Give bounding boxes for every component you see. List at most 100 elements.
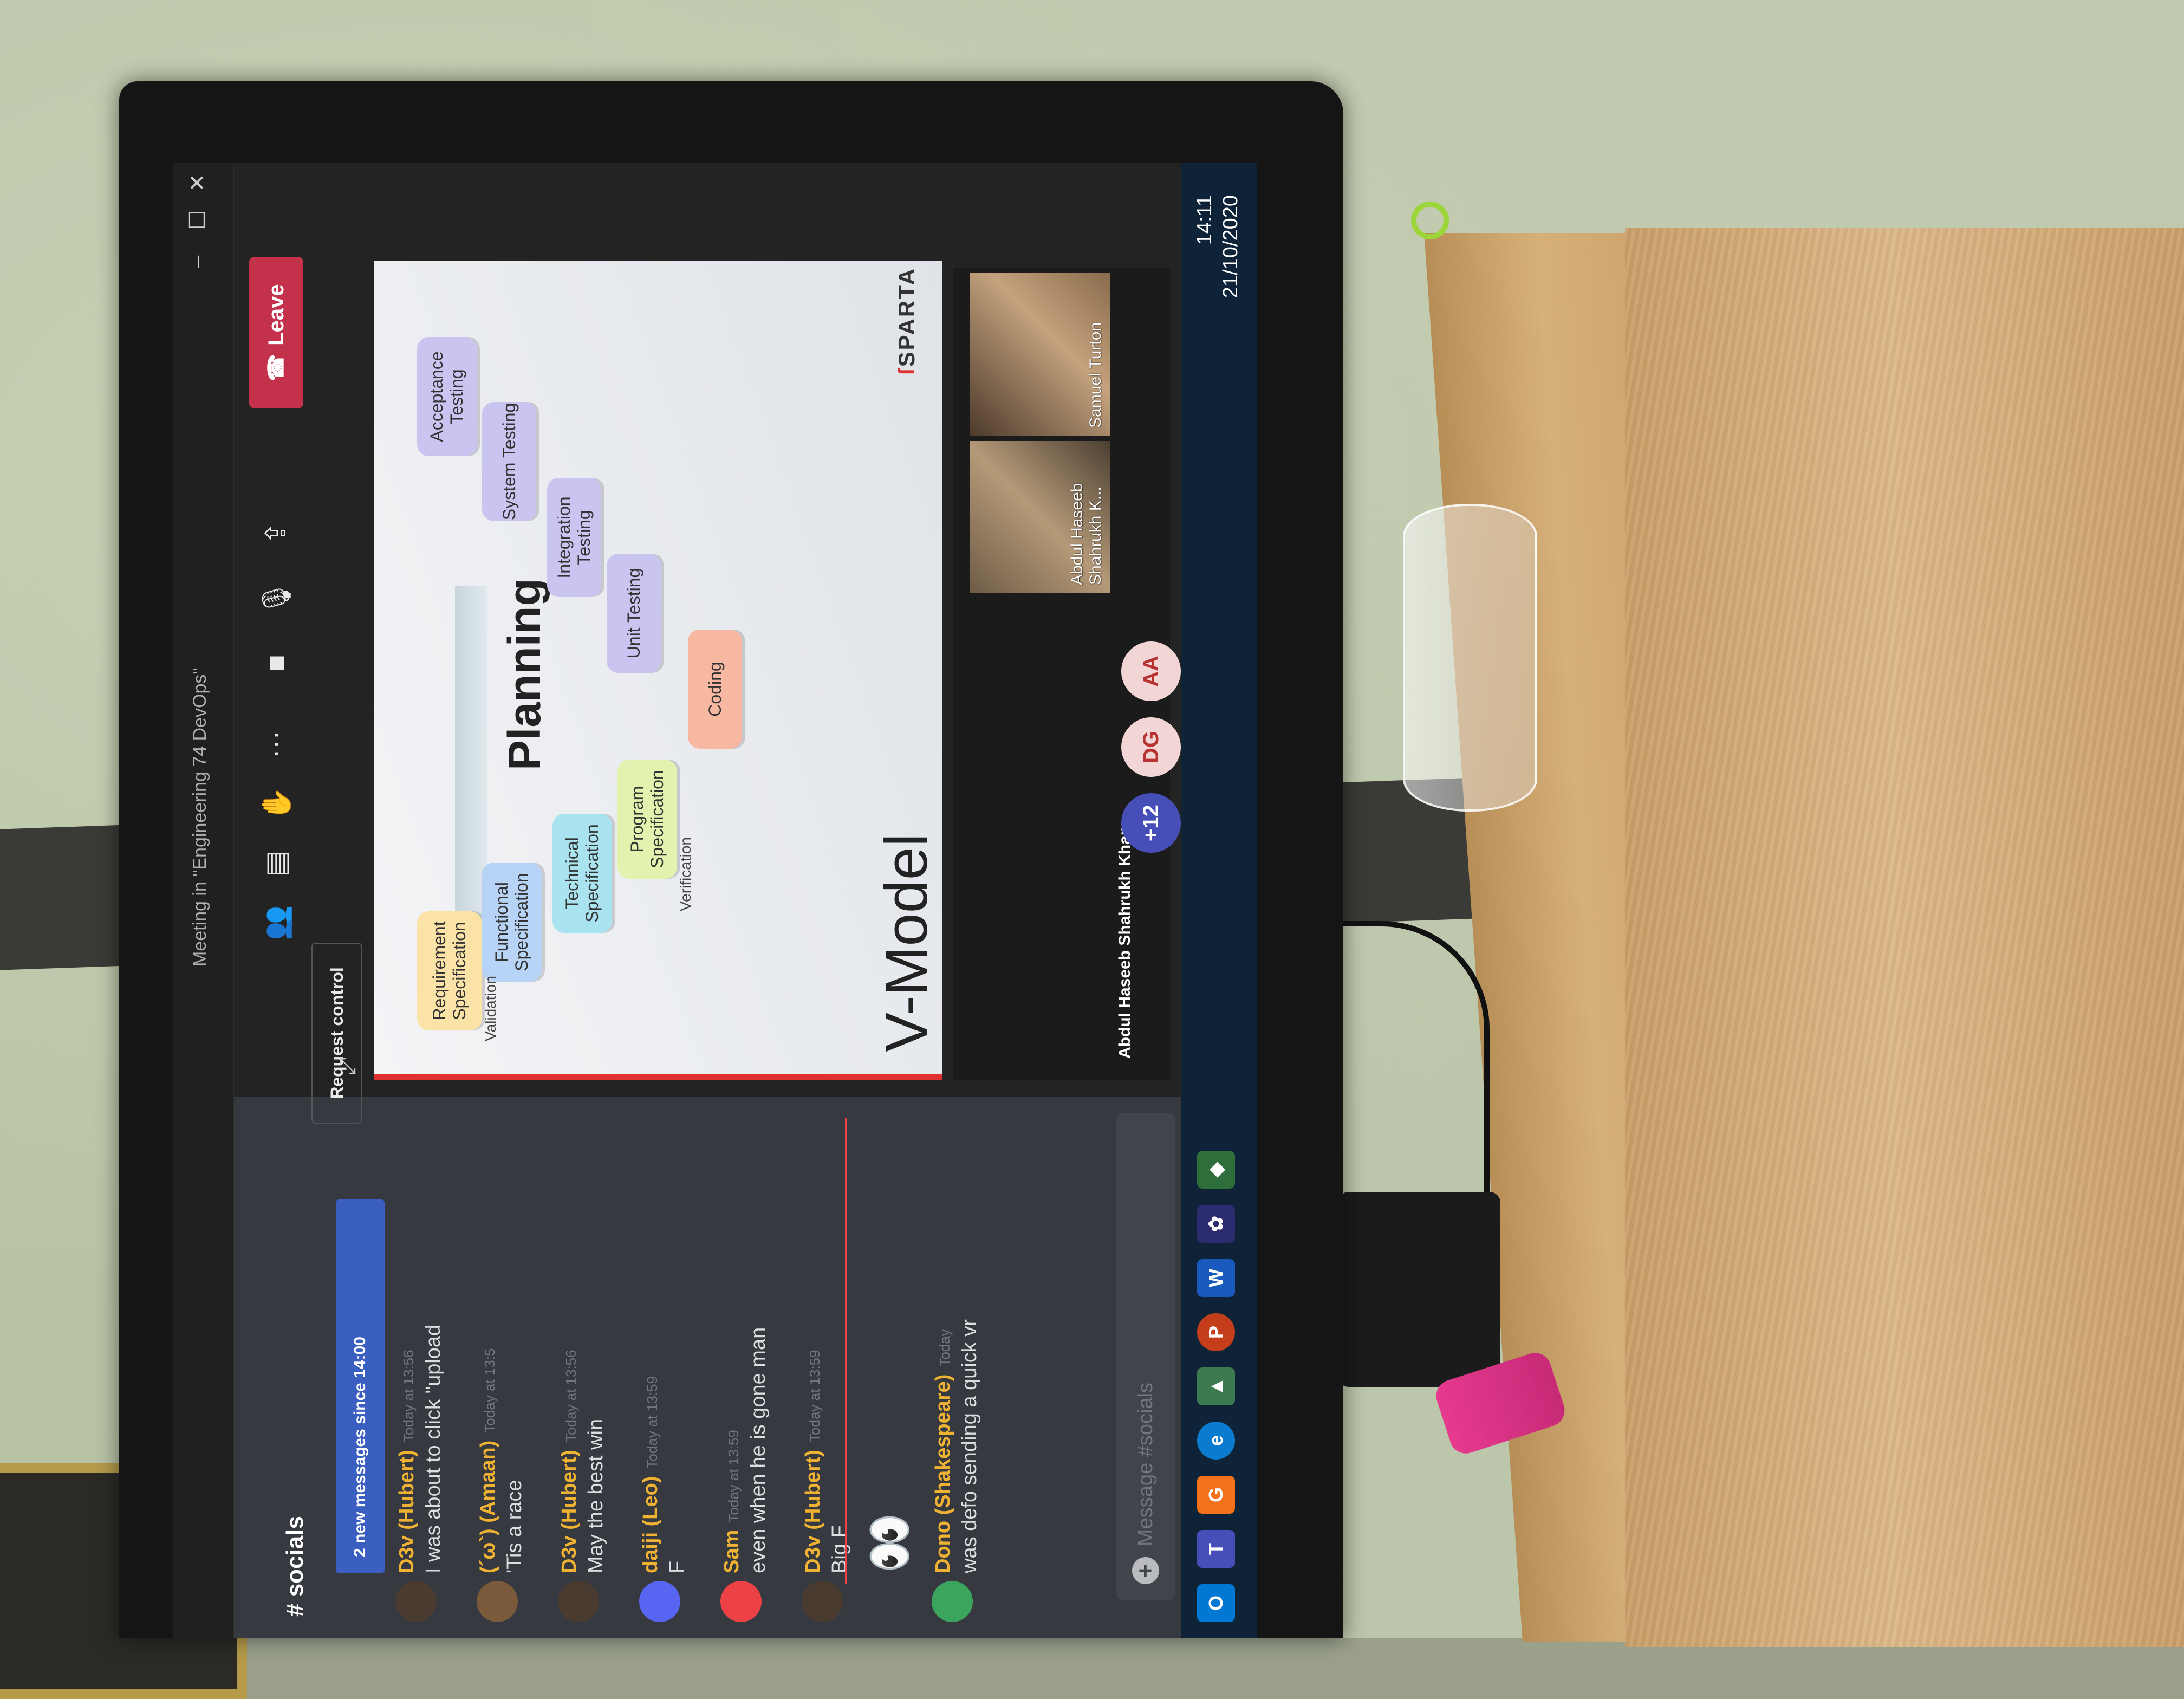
people-icon[interactable]: 👥 (255, 902, 298, 945)
discord-panel: # socials 2 new messages since 14:00 D3v… (173, 1097, 1257, 1638)
meeting-title: Meeting in "Engineering 74 DevOps" (190, 667, 210, 967)
message-time: Today at 13:56 (400, 1350, 417, 1442)
power-light (1411, 202, 1449, 239)
message-author[interactable]: D3v (Hubert) (802, 1450, 824, 1573)
desk-top (1625, 228, 2184, 1647)
more-participants-badge[interactable]: +12 (1121, 793, 1181, 853)
message-time: Today at 13:59 (644, 1376, 660, 1469)
message-body: May the best win (584, 1418, 607, 1573)
message: D3v (Hubert) Today at 13:59 Big F (802, 1350, 851, 1573)
avatar[interactable] (639, 1581, 680, 1622)
leave-label: Leave (264, 284, 288, 346)
plastic-cup (1403, 504, 1537, 812)
channel-name: socials (282, 1516, 308, 1597)
main-speaker-name: Abdul Haseeb Shahrukh Khan (1116, 825, 1134, 1059)
windows-taskbar: O T G e ▲ P W ✿ ◆ 14:11 21/10/2020 (1181, 163, 1257, 1638)
message-time: Today at 13:59 (725, 1430, 742, 1522)
avatar[interactable] (720, 1581, 762, 1622)
message-author[interactable]: D3v (Hubert) (395, 1450, 418, 1573)
message-author[interactable]: daiji (Leo) (639, 1476, 662, 1573)
taskbar-clock[interactable]: 14:11 21/10/2020 (1192, 195, 1244, 298)
participant-video[interactable]: Samuel Turton (970, 273, 1110, 436)
avatar[interactable] (395, 1581, 437, 1622)
technical-spec-box: Technical Specification (552, 814, 612, 933)
unit-testing-box: Unit Testing (607, 554, 661, 673)
message-body: 'Tis a race (503, 1480, 526, 1573)
integration-testing-box: Integration Testing (547, 478, 601, 597)
avatar[interactable] (932, 1581, 973, 1622)
message-body: Big F (828, 1525, 851, 1573)
share-screen-icon[interactable]: ⇪ (255, 511, 298, 555)
message-time: Today at 13:5 (482, 1348, 498, 1433)
teams-titlebar: Meeting in "Engineering 74 DevOps" – ☐ ✕ (173, 163, 234, 1638)
edge-icon[interactable]: e (1197, 1422, 1235, 1460)
channel-header: # socials (282, 1516, 308, 1617)
program-spec-box: Program Specification (618, 760, 677, 879)
system-testing-box: System Testing (482, 402, 536, 521)
add-attachment-icon[interactable]: + (1132, 1557, 1159, 1584)
avatar[interactable]: AA (1121, 641, 1181, 701)
message-time: Today at 13:59 (807, 1350, 823, 1442)
message-author[interactable]: D3v (Hubert) (558, 1450, 581, 1573)
acceptance-testing-box: Acceptance Testing (417, 337, 477, 456)
expand-icon[interactable]: ⤢ (336, 1058, 360, 1075)
leave-button[interactable]: ☎ Leave (249, 257, 303, 408)
minimize-icon[interactable]: – (185, 256, 210, 268)
avatar[interactable] (477, 1581, 518, 1622)
app-icon[interactable]: G (1197, 1476, 1235, 1514)
powerpoint-icon[interactable]: P (1197, 1313, 1235, 1351)
new-messages-divider (845, 1118, 847, 1584)
clock-date: 21/10/2020 (1219, 195, 1242, 299)
participant-name: Samuel Turton (1087, 322, 1104, 428)
requirement-spec-box: Requirement Specification (417, 911, 482, 1030)
monitor-screen: # socials 2 new messages since 14:00 D3v… (173, 163, 1257, 1638)
message-body: was defo sending a quick vr (958, 1319, 981, 1573)
message-author[interactable]: (´ω`) (Amaan) (477, 1441, 499, 1573)
request-control-button[interactable]: Request control (311, 943, 362, 1124)
new-messages-banner[interactable]: 2 new messages since 14:00 (336, 1199, 385, 1573)
message-author[interactable]: Sam (720, 1530, 743, 1573)
message: Sam Today at 13:59 even when he is gone m… (720, 1327, 770, 1573)
message: Dono (Shakespeare) Today was defo sending… (932, 1319, 981, 1573)
speaker (1338, 1192, 1500, 1387)
outlook-icon[interactable]: O (1197, 1584, 1235, 1622)
word-icon[interactable]: W (1197, 1259, 1235, 1297)
slide-title: V-Model (873, 833, 940, 1052)
raise-hand-icon[interactable]: ✋ (255, 782, 298, 826)
sparta-logo: ſSPARTA (894, 267, 919, 375)
eyes-emoji: 👀 (863, 1512, 917, 1573)
message: (´ω`) (Amaan) Today at 13:5 'Tis a race (477, 1348, 526, 1573)
message-time: Today at 13:56 (563, 1350, 579, 1442)
functional-spec-box: Functional Specification (482, 863, 542, 982)
message: D3v (Hubert) Today at 13:56 I was about t… (395, 1325, 445, 1573)
app-icon[interactable]: ◆ (1197, 1151, 1235, 1189)
close-icon[interactable]: ✕ (185, 173, 210, 192)
shared-slide: Requirement Specification Functional Spe… (374, 261, 942, 1080)
avatar[interactable]: DG (1121, 717, 1181, 777)
message-body: even when he is gone man (747, 1327, 770, 1573)
app-icon[interactable]: ✿ (1197, 1205, 1235, 1243)
mic-off-icon[interactable]: 🎙 (255, 576, 298, 620)
teams-icon[interactable]: T (1197, 1530, 1235, 1568)
participant-video[interactable]: Abdul Haseeb Shahrukh K... (970, 441, 1110, 593)
clock-time: 14:11 (1193, 195, 1216, 245)
participant-name: Abdul Haseeb Shahrukh K... (1068, 483, 1104, 585)
message-input[interactable]: Message #socials (1116, 1113, 1175, 1600)
validation-label: Validation (482, 976, 499, 1041)
verification-label: Verification (677, 837, 694, 911)
avatar[interactable] (802, 1581, 843, 1622)
camera-icon[interactable]: ■ (255, 641, 298, 685)
more-options-icon[interactable]: ⋯ (255, 723, 298, 766)
chat-icon[interactable]: ▤ (255, 842, 298, 885)
phone-icon: ☎ (264, 354, 288, 381)
message-body: F (666, 1560, 688, 1573)
maximize-icon[interactable]: ☐ (185, 210, 210, 230)
photos-icon[interactable]: ▲ (1197, 1367, 1235, 1405)
message-time: Today (937, 1329, 953, 1367)
rotated-desktop: # socials 2 new messages since 14:00 D3v… (173, 163, 1257, 1638)
coding-box: Coding (688, 630, 742, 749)
message-author[interactable]: Dono (Shakespeare) (932, 1374, 954, 1573)
message-body: I was about to click "upload (422, 1324, 445, 1573)
avatar[interactable] (558, 1581, 599, 1622)
planning-label: Planning (499, 578, 550, 770)
